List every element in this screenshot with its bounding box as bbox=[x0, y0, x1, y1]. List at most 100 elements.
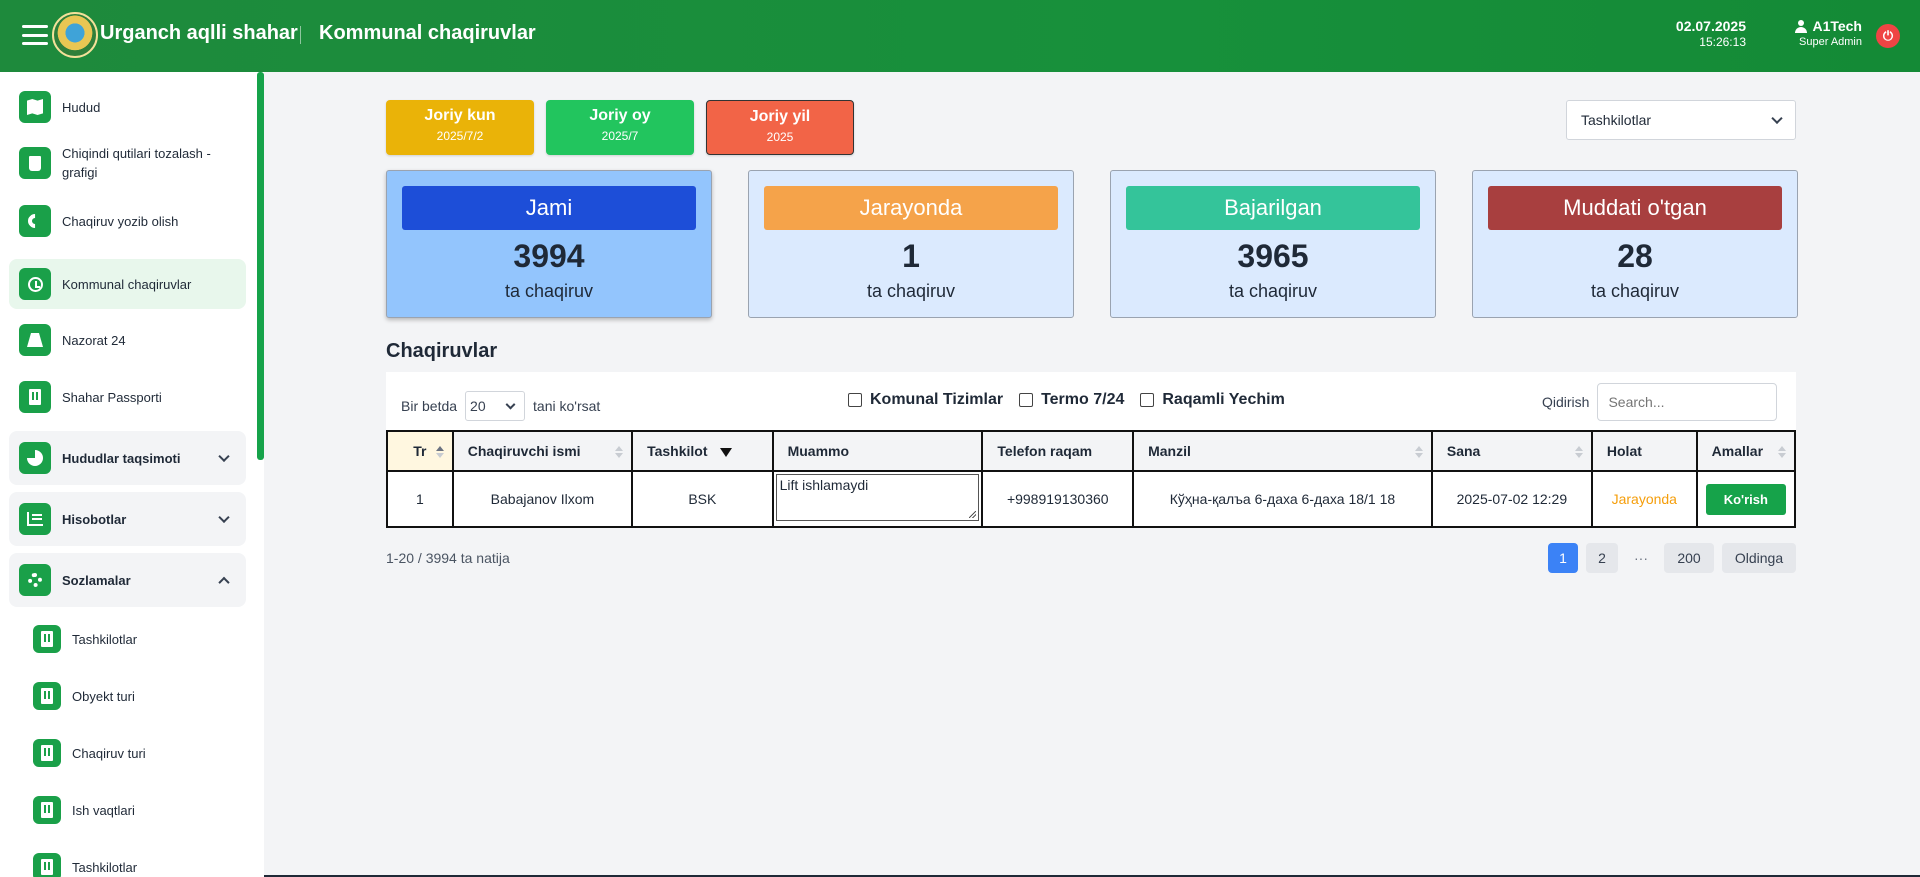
organization-select[interactable]: Tashkilotlar bbox=[1566, 100, 1796, 140]
sort-icon[interactable] bbox=[1574, 446, 1583, 458]
logout-icon[interactable]: ⏻ bbox=[1876, 24, 1900, 48]
stat-unit: ta chaqiruv bbox=[866, 281, 956, 301]
stat-label: Jarayonda bbox=[764, 186, 1058, 230]
page-200-button[interactable]: 200 bbox=[1664, 543, 1714, 573]
stat-unit: ta chaqiruv bbox=[1228, 281, 1318, 301]
view-button[interactable]: Ko'rish bbox=[1705, 483, 1786, 515]
filter-termo[interactable]: Termo 7/24 bbox=[1019, 391, 1124, 409]
stat-count: 1 bbox=[902, 238, 920, 274]
cell-status: Jarayonda bbox=[1590, 470, 1698, 528]
menu-icon[interactable] bbox=[22, 25, 48, 45]
sidebar-subitem-tashkilotlar[interactable]: Tashkilotlar bbox=[9, 619, 246, 659]
period-month-button[interactable]: Joriy oy 2025/7 bbox=[546, 100, 694, 155]
stat-card-in-progress[interactable]: Jarayonda 1 ta chaqiruv bbox=[748, 170, 1074, 318]
chevron-down-icon bbox=[218, 511, 230, 524]
stat-label: Bajarilgan bbox=[1126, 186, 1420, 230]
sidebar-item-nazorat[interactable]: Nazorat 24 bbox=[9, 319, 246, 361]
checkbox[interactable] bbox=[1140, 393, 1155, 407]
stat-card-total[interactable]: Jami 3994 ta chaqiruv bbox=[386, 170, 712, 318]
column-header-date[interactable]: Sana bbox=[1430, 430, 1593, 472]
bar-chart-icon bbox=[19, 503, 51, 535]
sort-icon[interactable] bbox=[435, 446, 444, 458]
chevron-up-icon bbox=[218, 576, 230, 589]
column-header-address[interactable]: Manzil bbox=[1132, 430, 1433, 472]
period-day-button[interactable]: Joriy kun 2025/7/2 bbox=[386, 100, 534, 155]
checkbox[interactable] bbox=[848, 393, 862, 407]
sidebar-subitem-tashkilotlar-2[interactable]: Tashkilotlar bbox=[9, 847, 246, 877]
sort-icon[interactable] bbox=[615, 446, 624, 458]
chevron-down-icon bbox=[1771, 112, 1783, 125]
sidebar-subitem-ish-vaqtlari[interactable]: Ish vaqtlari bbox=[9, 790, 246, 830]
cell-address: Кўҳна-қалъа 6-даха 6-даха 18/1 18 bbox=[1132, 470, 1433, 528]
user-icon bbox=[1795, 19, 1808, 33]
gears-icon bbox=[19, 564, 51, 596]
column-header-status: Holat bbox=[1590, 430, 1698, 472]
cell-caller: Babajanov Ilxom bbox=[451, 470, 634, 528]
page-2-button[interactable]: 2 bbox=[1586, 543, 1618, 573]
sidebar-item-label: Hudud bbox=[62, 99, 101, 115]
page-ellipsis: ··· bbox=[1634, 550, 1648, 566]
sidebar-item-label: Chiqindi qutilari tozalash - grafigi bbox=[62, 146, 211, 180]
header-date: 02.07.2025 bbox=[1675, 18, 1746, 34]
sidebar-item-chiqindi[interactable]: Chiqindi qutilari tozalash - grafigi bbox=[9, 136, 246, 190]
phone-icon bbox=[19, 205, 51, 237]
stat-card-overdue[interactable]: Muddati o'tgan 28 ta chaqiruv bbox=[1472, 170, 1798, 318]
sidebar-item-label: Hisobotlar bbox=[62, 511, 127, 527]
sidebar-group-hududlar[interactable]: Hududlar taqsimoti bbox=[9, 431, 246, 485]
stat-label: Jami bbox=[402, 186, 696, 230]
table-header-row: Tr Chaqiruvchi ismi Tashkilot Muammo Tel… bbox=[386, 430, 1797, 472]
results-summary: 1-20 / 3994 ta natija bbox=[386, 550, 510, 566]
sort-icon[interactable] bbox=[1414, 446, 1423, 458]
sidebar-item-kommunal[interactable]: Kommunal chaqiruvlar bbox=[9, 259, 246, 309]
cell-org: BSK bbox=[631, 470, 774, 528]
sidebar-item-hudud[interactable]: Hudud bbox=[9, 86, 246, 128]
column-header-actions[interactable]: Amallar bbox=[1695, 430, 1797, 472]
period-year-button[interactable]: Joriy yil 2025 bbox=[706, 100, 854, 155]
sidebar-subitem-chaqiruv-turi[interactable]: Chaqiruv turi bbox=[9, 733, 246, 773]
stat-count: 3965 bbox=[1237, 238, 1309, 274]
page-1-button[interactable]: 1 bbox=[1548, 543, 1578, 573]
filter-komunal[interactable]: Komunal Tizimlar bbox=[848, 391, 1003, 409]
stat-card-completed[interactable]: Bajarilgan 3965 ta chaqiruv bbox=[1110, 170, 1436, 318]
city-logo bbox=[52, 12, 98, 58]
map-icon bbox=[19, 91, 51, 123]
filter-raqamli[interactable]: Raqamli Yechim bbox=[1140, 391, 1285, 409]
header-time: 15:26:13 bbox=[1699, 35, 1746, 49]
sidebar-item-label: Obyekt turi bbox=[72, 688, 135, 704]
section-title: Chaqiruvlar bbox=[386, 340, 498, 362]
building-icon bbox=[19, 381, 51, 413]
sidebar-group-hisobotlar[interactable]: Hisobotlar bbox=[9, 492, 246, 546]
sidebar-item-chaqiruv-yozib[interactable]: Chaqiruv yozib olish bbox=[9, 199, 246, 243]
sidebar-scrollbar[interactable] bbox=[257, 72, 264, 460]
search-input[interactable] bbox=[1597, 383, 1778, 421]
sidebar-item-label: Chaqiruv yozib olish bbox=[62, 213, 179, 229]
sidebar-item-label: Shahar Passporti bbox=[62, 389, 162, 405]
per-page-select[interactable]: 20 bbox=[465, 391, 526, 421]
column-header-tr[interactable]: Tr bbox=[386, 430, 454, 472]
organization-select-value: Tashkilotlar bbox=[1581, 112, 1652, 128]
top-header: Urganch aqlli shahar Kommunal chaqiruvla… bbox=[0, 0, 1920, 72]
sidebar-item-passport[interactable]: Shahar Passporti bbox=[9, 376, 246, 418]
filter-dropdown-icon[interactable] bbox=[719, 447, 732, 457]
sidebar-subitem-obyekt-turi[interactable]: Obyekt turi bbox=[9, 676, 246, 716]
pie-chart-icon bbox=[19, 442, 51, 474]
column-header-caller[interactable]: Chaqiruvchi ismi bbox=[451, 430, 634, 472]
sidebar-group-sozlamalar[interactable]: Sozlamalar bbox=[9, 553, 246, 607]
filter-label: Komunal Tizimlar bbox=[870, 391, 1004, 408]
next-page-button[interactable]: Oldinga bbox=[1722, 543, 1796, 573]
building-icon bbox=[33, 682, 61, 710]
period-year-value: 2025 bbox=[766, 130, 794, 144]
header-divider bbox=[300, 26, 301, 44]
sidebar-item-label: Sozlamalar bbox=[62, 572, 131, 588]
chevron-down-icon bbox=[218, 450, 230, 463]
user-info[interactable]: A1Tech Super Admin bbox=[1795, 18, 1862, 50]
checkbox[interactable] bbox=[1019, 393, 1034, 407]
sort-icon[interactable] bbox=[1778, 446, 1786, 458]
column-header-org[interactable]: Tashkilot bbox=[631, 430, 774, 472]
cell-problem: Lift ishlamaydi bbox=[771, 470, 984, 528]
road-icon bbox=[19, 324, 51, 356]
problem-textarea[interactable]: Lift ishlamaydi bbox=[775, 474, 980, 521]
building-icon bbox=[33, 853, 61, 877]
cell-date: 2025-07-02 12:29 bbox=[1430, 470, 1593, 528]
app-title: Urganch aqlli shahar bbox=[100, 22, 298, 44]
